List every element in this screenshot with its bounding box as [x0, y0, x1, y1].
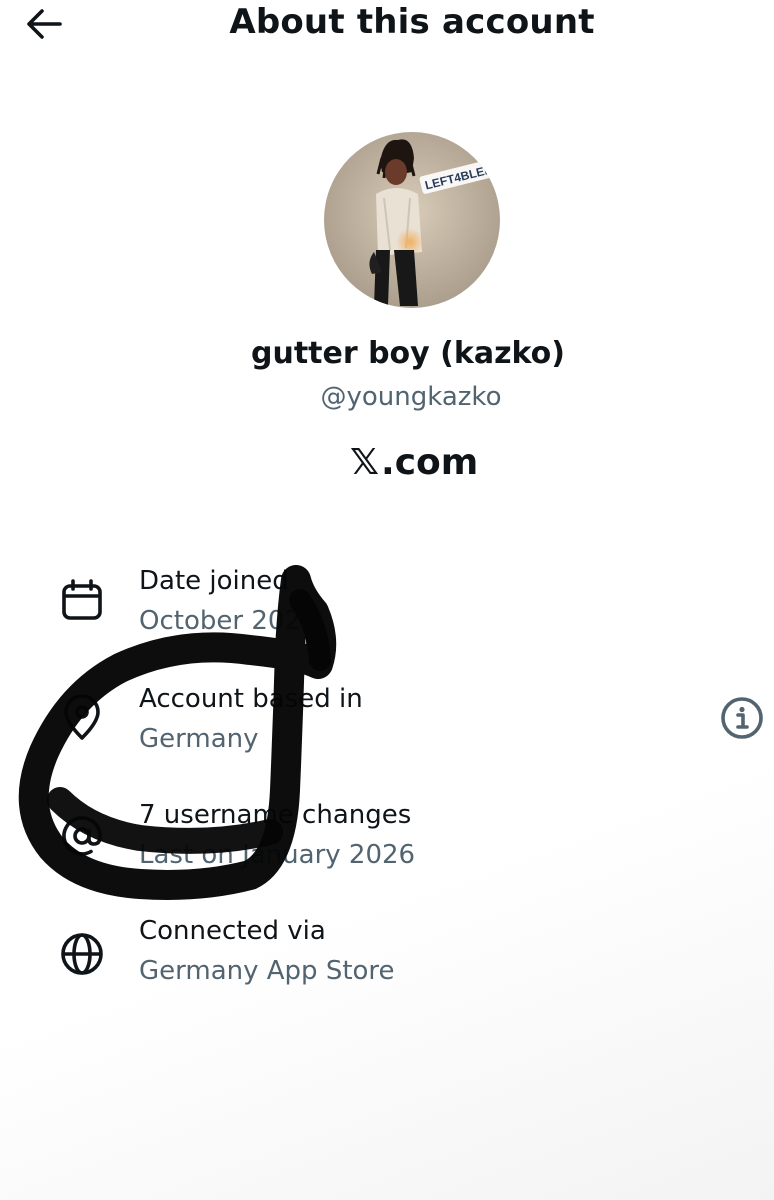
username-handle[interactable]: @youngkazko	[0, 382, 774, 412]
detail-value: Germany App Store	[139, 956, 395, 986]
x-logo-icon: 𝕏	[350, 442, 380, 483]
detail-label: Account based in	[139, 684, 363, 714]
at-sign-icon	[56, 810, 108, 862]
avatar[interactable]: LEFT4BLED	[324, 132, 500, 308]
site-suffix: .com	[381, 442, 479, 483]
detail-label: 7 username changes	[139, 800, 412, 830]
detail-label: Date joined	[139, 566, 289, 596]
calendar-icon	[56, 574, 108, 626]
detail-value: October 2023	[139, 606, 318, 636]
site-label: 𝕏 .com	[350, 442, 478, 483]
page-title: About this account	[229, 2, 595, 42]
detail-row-connected-via: Connected via Germany App Store	[0, 916, 774, 1016]
location-pin-icon	[56, 692, 108, 744]
info-button[interactable]	[720, 696, 764, 740]
header-bar: About this account	[0, 0, 774, 50]
info-icon	[721, 697, 763, 739]
detail-row-date-joined: Date joined October 2023	[0, 566, 774, 666]
detail-value: Germany	[139, 724, 259, 754]
globe-icon	[56, 928, 108, 980]
detail-row-account-based-in: Account based in Germany	[0, 684, 774, 784]
display-name: gutter boy (kazko)	[250, 336, 566, 371]
detail-value: Last on January 2026	[139, 840, 416, 870]
detail-row-username-changes: 7 username changes Last on January 2026	[0, 800, 774, 900]
avatar-image: LEFT4BLED	[324, 132, 500, 308]
detail-label: Connected via	[139, 916, 326, 946]
